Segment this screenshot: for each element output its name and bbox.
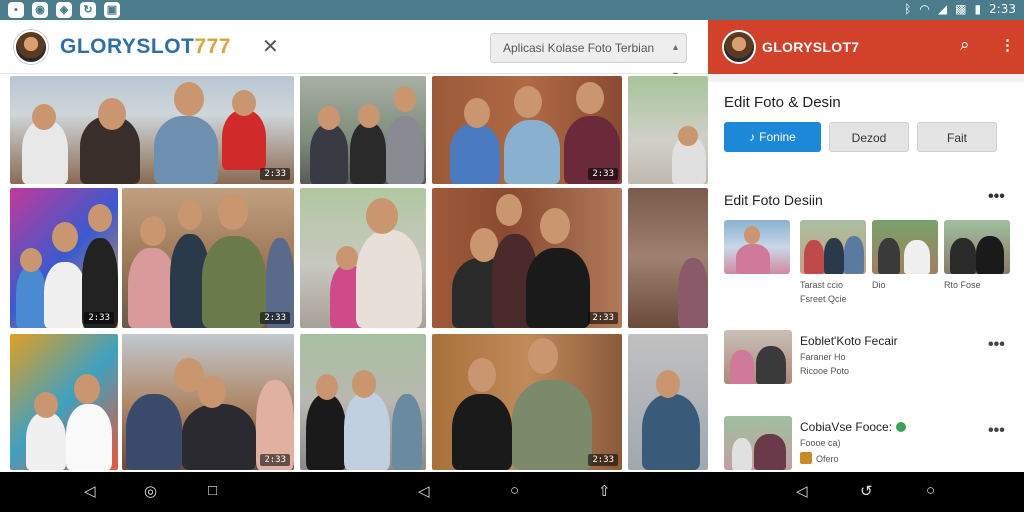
app-icon-5: ▣ [104,2,120,18]
photo-grid: 2:33 2:33 2:33 2:33 2:33 2:33 2:33 [0,74,708,472]
design-thumb[interactable] [800,220,866,274]
thumb-label: Rto Fose [944,280,981,290]
more-vert-icon[interactable]: ⋮ [1000,36,1015,54]
brand-name: GLORYSLOT [60,35,195,58]
status-left-icons: ▪ ◉ ◈ ↻ ▣ [8,2,120,18]
fait-button[interactable]: Fait [917,122,997,152]
list-item-title: Eoblet'Koto Fecair [800,334,898,348]
thumb-label: Tarast ccio [800,280,844,290]
side-panel: GLORYSLOT7 ⌕ ⋮ Edit Foto & Desin ♪ Fonine… [708,20,1024,480]
photo-tile[interactable]: 2:33 [122,334,294,470]
photo-tile[interactable] [628,76,708,184]
fait-button-label: Fait [946,131,967,145]
edit-card: Edit Foto & Desin ♪ Fonine Dezod Fait [708,82,1024,182]
nav-bar: ◁ ◎ □ ◁ ○ ⇧ ◁ ↺ ○ [0,472,1024,512]
fonine-button-label: Fonine [759,130,796,144]
photo-tile[interactable] [300,76,426,184]
status-bar: ▪ ◉ ◈ ↻ ▣ ᛒ ◠ ◢ ▩ ▮ 2:33 [0,0,1024,20]
app-icon-4: ↻ [80,2,96,18]
app-icon-2: ◉ [32,2,48,18]
design-thumb[interactable] [872,220,938,274]
list-item-subtitle: Foooe ca) [800,438,841,448]
photo-tile[interactable]: 2:33 [432,188,622,328]
photo-badge: 2:33 [588,312,618,324]
edit-card-title: Edit Foto & Desin [724,94,841,111]
status-right-icons: ᛒ ◠ ◢ ▩ ▮ 2:33 [904,2,1016,16]
recents-icon[interactable]: □ [208,482,217,499]
photo-tile[interactable] [300,188,426,328]
dezod-button-label: Dezod [851,131,887,145]
music-note-icon: ♪ [749,130,756,144]
list-thumb [724,330,792,384]
photo-tile[interactable]: 2:33 [432,334,622,470]
search-icon[interactable]: ⌕ [960,35,970,55]
wifi-icon: ◠ [919,2,930,16]
app-icon-3: ◈ [56,2,72,18]
back-icon[interactable]: ◁ [796,482,808,500]
list-thumb [724,416,792,470]
photo-tile[interactable] [300,334,426,470]
photo-tile[interactable] [10,334,118,470]
home-icon[interactable]: ○ [926,482,935,499]
app-icon-1: ▪ [8,2,24,18]
status-time: 2:33 [989,2,1016,16]
thumb-sub-label: Fsreet Qcie [800,294,847,304]
photo-badge: 2:33 [260,312,290,324]
signal-icon: ◢ [937,2,948,16]
back-icon[interactable]: ◁ [418,482,430,500]
rotate-icon[interactable]: ⇧ [598,482,611,500]
design-thumb[interactable] [724,220,790,274]
photo-badge: 2:33 [84,312,114,324]
mute-icon: ▩ [955,2,967,16]
app-header: GLORYSLOT777 ✕ Aplicasi Kolase Foto Terb… [0,20,708,81]
panel-brand: GLORYSLOT7 [762,39,860,55]
photo-badge: 2:33 [588,454,618,466]
brand-suffix: 777 [194,35,231,58]
assistant-icon[interactable]: ↺ [860,482,873,500]
brand-logo: GLORYSLOT777 [60,35,231,59]
photo-badge: 2:33 [260,454,290,466]
assistant-icon[interactable]: ◎ [144,482,157,500]
panel-header: GLORYSLOT7 ⌕ ⋮ [708,20,1024,74]
fonine-button[interactable]: ♪ Fonine [724,122,821,152]
list-item-title-text: CobiaVse Fooce: [800,420,893,434]
design-card: Edit Foto Desiin ••• Tarast ccio Dio Rto… [708,180,1024,480]
back-icon[interactable]: ◁ [84,482,96,500]
battery-icon: ▮ [974,2,982,16]
more-horiz-icon[interactable]: ••• [988,422,1005,440]
photo-tile[interactable] [628,334,708,470]
photo-tile[interactable]: 2:33 [10,76,294,184]
bluetooth-icon: ᛒ [904,2,912,16]
photo-badge: 2:33 [260,168,290,180]
dezod-button[interactable]: Dezod [829,122,909,152]
list-item-title: CobiaVse Fooce: [800,420,907,434]
list-item[interactable]: CobiaVse Fooce: Foooe ca) Ofero ••• [708,416,1024,476]
photo-tile[interactable] [628,188,708,328]
design-card-title: Edit Foto Desiin [724,192,823,208]
app-badge-icon [800,452,812,464]
home-icon[interactable]: ○ [510,482,519,499]
photo-badge: 2:33 [588,168,618,180]
search-input[interactable]: Aplicasi Kolase Foto Terbian ▴▾ [490,33,687,81]
photo-tile[interactable]: 2:33 [432,76,622,184]
panel-avatar[interactable] [722,30,756,64]
list-item-subtitle: Ricooe Poto [800,366,850,376]
list-item-subtitle: Faraner Ho [800,352,846,362]
more-horiz-icon[interactable]: ••• [988,336,1005,354]
list-item[interactable]: Eoblet'Koto Fecair Faraner Ho Ricooe Pot… [708,330,1024,390]
search-placeholder: Aplicasi Kolase Foto Terbian [503,41,655,55]
photo-tile[interactable]: 2:33 [10,188,118,328]
list-item-meta-text: Ofero [816,454,839,464]
verified-icon [896,422,907,432]
design-thumb[interactable] [944,220,1010,274]
more-horiz-icon[interactable]: ••• [988,188,1005,206]
thumb-label: Dio [872,280,886,290]
avatar[interactable] [14,30,48,64]
close-icon[interactable]: ✕ [262,34,279,59]
list-item-meta: Ofero [800,452,839,464]
photo-tile[interactable]: 2:33 [122,188,294,328]
